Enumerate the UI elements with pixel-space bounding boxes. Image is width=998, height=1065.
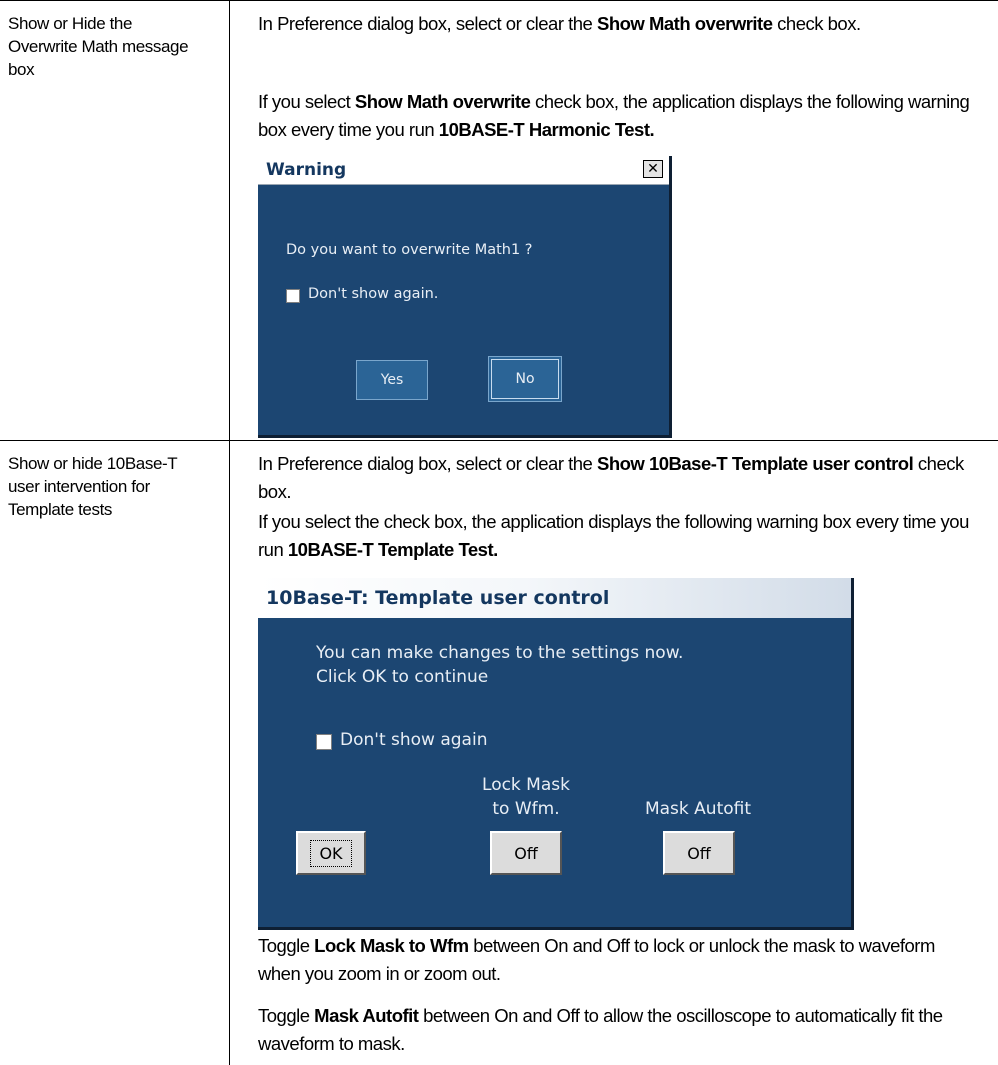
ok-button-label: OK [310,839,352,867]
row2-paragraph-4: Toggle Mask Autofit between On and Off t… [258,1005,943,1054]
template-dialog-message-line2: Click OK to continue [316,667,489,687]
template-dont-show-again-checkbox[interactable] [316,734,332,750]
row2-label: Show or hide 10Base-T user intervention … [8,454,177,519]
warning-dialog: Warning ✕ Do you want to overwrite Math1… [258,156,672,438]
table-top-rule [0,0,998,1]
template-dialog-titlebar: 10Base-T: Template user control [258,578,851,618]
row2-paragraph-3: Toggle Lock Mask to Wfm between On and O… [258,935,935,984]
yes-button[interactable]: Yes [356,360,428,400]
warning-dialog-title: Warning [266,160,347,180]
lock-mask-label-line2: to Wfm. [492,799,560,819]
lock-mask-to-wfm-toggle[interactable]: Off [490,831,562,875]
warning-dialog-titlebar: Warning ✕ [258,156,669,185]
lock-mask-label-line1: Lock Mask [482,775,570,795]
close-icon[interactable]: ✕ [643,160,663,178]
template-dialog-message-line1: You can make changes to the settings now… [316,643,684,663]
row1-paragraph-2: If you select Show Math overwrite check … [258,91,970,140]
row1-label: Show or Hide the Overwrite Math message … [8,14,189,79]
dont-show-again-label: Don't show again. [308,286,439,302]
table-column-divider [229,0,230,1065]
ok-button[interactable]: OK [296,831,366,875]
row2-paragraph-1: In Preference dialog box, select or clea… [258,453,964,502]
mask-autofit-toggle[interactable]: Off [663,831,735,875]
row1-paragraph-1: In Preference dialog box, select or clea… [258,13,861,34]
dont-show-again-checkbox[interactable] [286,289,300,303]
row2-paragraph-2: If you select the check box, the applica… [258,511,969,560]
template-user-control-dialog: 10Base-T: Template user control You can … [258,578,854,930]
template-dialog-title: 10Base-T: Template user control [266,587,610,609]
no-button[interactable]: No [488,356,562,402]
warning-dialog-message: Do you want to overwrite Math1 ? [286,242,533,258]
table-row-divider [0,440,998,441]
mask-autofit-label: Mask Autofit [644,799,752,819]
template-dont-show-again-label: Don't show again [340,730,488,750]
